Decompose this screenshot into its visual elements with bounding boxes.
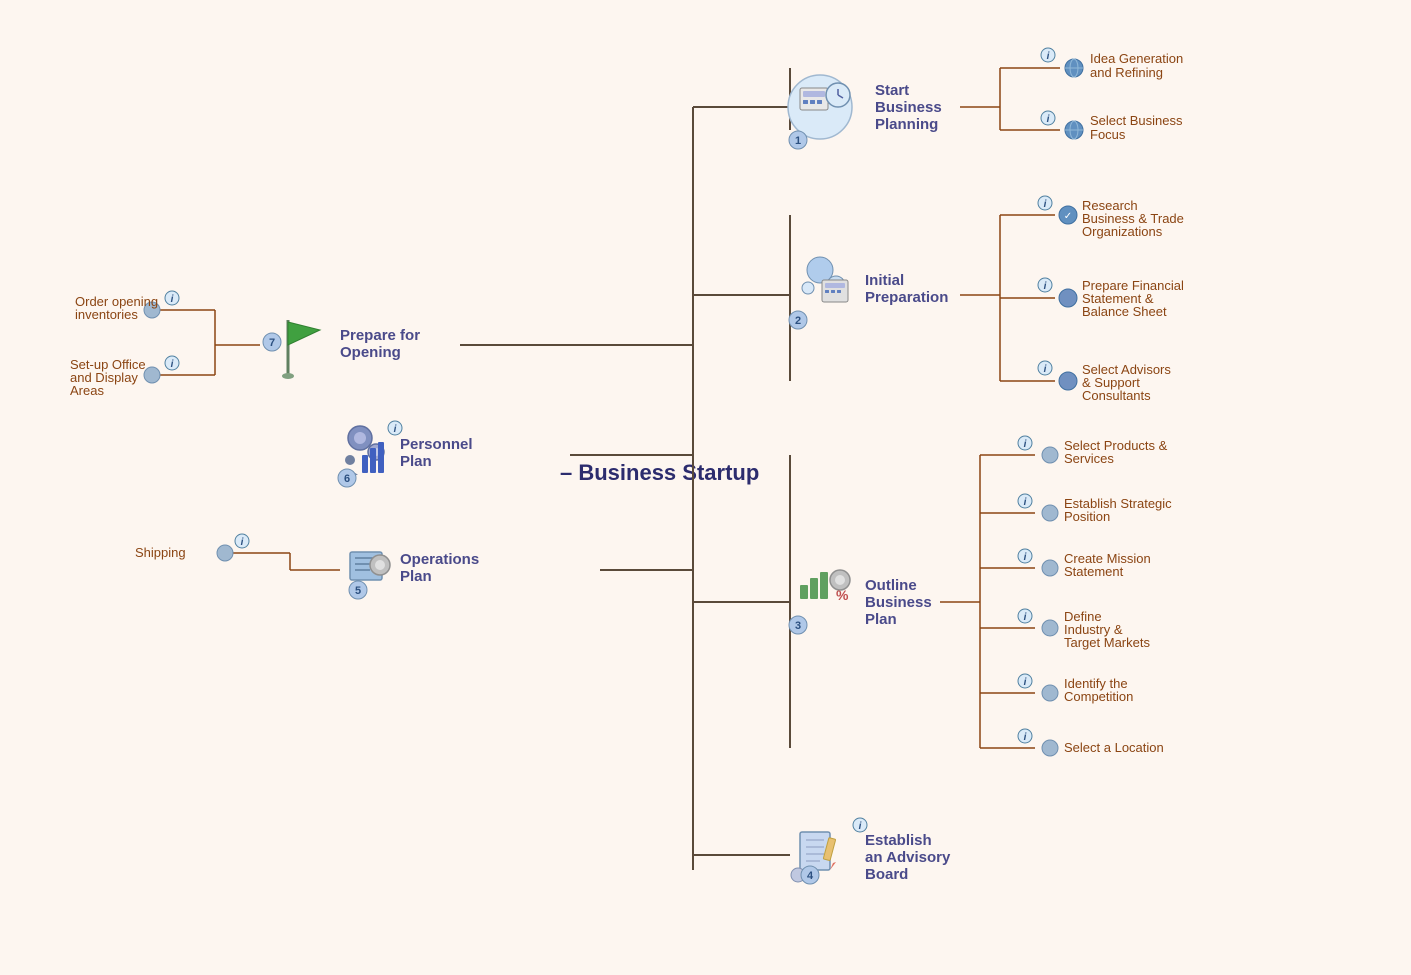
b7-label: Prepare for xyxy=(340,327,420,344)
b7-c1-info-t: i xyxy=(171,294,174,305)
b6-gear1-inner xyxy=(354,432,366,444)
b1-c2-label: Select Business xyxy=(1090,113,1183,128)
b2-c3-info-t: i xyxy=(1044,364,1047,375)
b5-label2: Plan xyxy=(400,568,432,585)
b5-gear-inner xyxy=(375,560,385,570)
b2-label2: Preparation xyxy=(865,289,948,306)
b3-c2-label2: Position xyxy=(1064,509,1110,524)
b3-c3-label2: Statement xyxy=(1064,564,1124,579)
b3-c5-info-t: i xyxy=(1024,677,1027,688)
b2-c1-check: ✓ xyxy=(1064,211,1072,222)
b3-num: 3 xyxy=(795,620,801,632)
b2-c3-label3: Consultants xyxy=(1082,388,1151,403)
b5-c1-icon xyxy=(217,545,233,561)
b1-label2: Business xyxy=(875,99,942,116)
b2-key1 xyxy=(825,290,829,293)
b3-label2: Business xyxy=(865,594,932,611)
b3-bar3 xyxy=(820,572,828,599)
b3-bar2 xyxy=(810,578,818,599)
b3-pct: % xyxy=(836,587,849,603)
b1-c1-label2: and Refining xyxy=(1090,65,1163,80)
b2-key3 xyxy=(837,290,841,293)
b1-num: 1 xyxy=(795,135,801,147)
background xyxy=(0,0,1411,975)
b4-label3: Board xyxy=(865,866,908,883)
b3-bar1 xyxy=(800,585,808,599)
b4-label2: an Advisory xyxy=(865,849,951,866)
b1-c2-info: i xyxy=(1047,114,1050,125)
b2-c3-icon xyxy=(1059,372,1077,390)
b5-c1-label: Shipping xyxy=(135,545,186,560)
b6-num: 6 xyxy=(344,473,350,485)
b2-c2-info-t: i xyxy=(1044,281,1047,292)
b3-c2-info-t: i xyxy=(1024,497,1027,508)
b1-c2-label2: Focus xyxy=(1090,127,1126,142)
b1-key2 xyxy=(810,100,815,104)
b3-c6-label: Select a Location xyxy=(1064,740,1164,755)
b1-label: Start xyxy=(875,82,909,99)
b6-person1-head xyxy=(345,455,355,465)
b3-label3: Plan xyxy=(865,611,897,628)
b7-num: 7 xyxy=(269,337,275,349)
b5-label: Operations xyxy=(400,551,479,568)
b3-c1-icon xyxy=(1042,447,1058,463)
b7-flagbase xyxy=(282,373,294,379)
b3-c3-info-t: i xyxy=(1024,552,1027,563)
b3-c5-label2: Competition xyxy=(1064,689,1133,704)
b3-c6-info-t: i xyxy=(1024,732,1027,743)
b7-c2-info-t: i xyxy=(171,359,174,370)
b6-label2: Plan xyxy=(400,453,432,470)
b3-c6-icon xyxy=(1042,740,1058,756)
b3-c4-icon xyxy=(1042,620,1058,636)
b4-num: 4 xyxy=(807,870,814,882)
b2-c1-info-t: i xyxy=(1044,199,1047,210)
b3-c5-icon xyxy=(1042,685,1058,701)
b2-calc-screen xyxy=(825,283,845,288)
b5-num: 5 xyxy=(355,585,361,597)
mindmap-svg: – Business Startup 1 Start Business Plan… xyxy=(0,0,1411,975)
b1-key1 xyxy=(803,100,808,104)
b4-info-t: i xyxy=(859,821,862,832)
b1-label3: Planning xyxy=(875,116,938,133)
b6-bar3 xyxy=(378,442,384,473)
b2-label: Initial xyxy=(865,272,904,289)
b7-c1-label2: inventories xyxy=(75,307,138,322)
b3-c3-icon xyxy=(1042,560,1058,576)
b6-label: Personnel xyxy=(400,436,473,453)
b1-c1-info: i xyxy=(1047,51,1050,62)
b6-info-t: i xyxy=(394,424,397,435)
b1-calc-screen xyxy=(803,91,825,97)
b2-c2-label3: Balance Sheet xyxy=(1082,304,1167,319)
b7-c2-label3: Areas xyxy=(70,383,104,398)
center-label: – Business Startup xyxy=(560,460,759,485)
b6-bar2 xyxy=(370,448,376,473)
b7-label2: Opening xyxy=(340,344,401,361)
b1-c1-label: Idea Generation xyxy=(1090,51,1183,66)
b1-key3 xyxy=(817,100,822,104)
b2-num: 2 xyxy=(795,315,801,327)
b6-bar1 xyxy=(362,455,368,473)
b3-c4-info-t: i xyxy=(1024,612,1027,623)
b4-label: Establish xyxy=(865,832,932,849)
b3-c1-label2: Services xyxy=(1064,451,1114,466)
b3-gear-inner xyxy=(835,575,845,585)
b2-c1-label3: Organizations xyxy=(1082,224,1163,239)
b2-c2-icon xyxy=(1059,289,1077,307)
b3-c2-icon xyxy=(1042,505,1058,521)
b2-key2 xyxy=(831,290,835,293)
b3-c1-info-t: i xyxy=(1024,439,1027,450)
b3-label: Outline xyxy=(865,577,917,594)
b5-c1-info-t: i xyxy=(241,537,244,548)
b3-c4-label3: Target Markets xyxy=(1064,635,1150,650)
b7-c2-icon xyxy=(144,367,160,383)
b2-bubble3 xyxy=(802,282,814,294)
